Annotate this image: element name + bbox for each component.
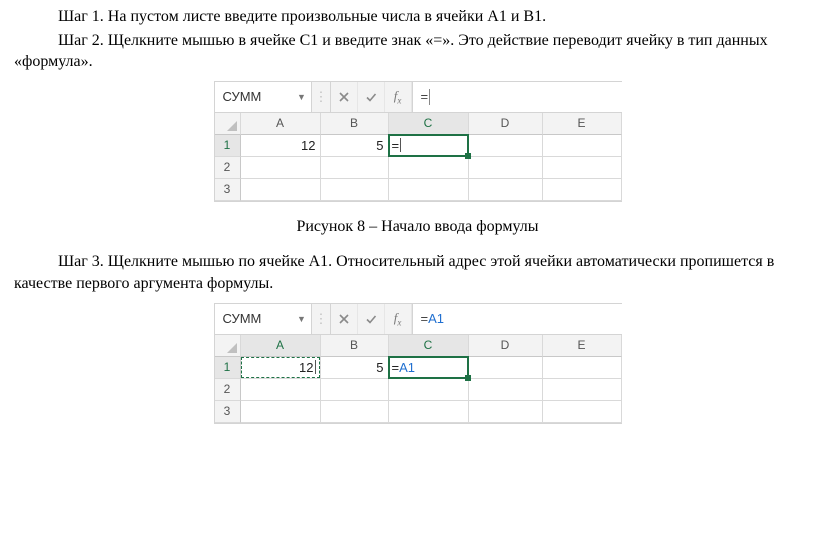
cell-B1[interactable]: 5 — [321, 357, 389, 379]
cell-C3[interactable] — [389, 401, 469, 423]
name-box-text: СУММ — [215, 89, 293, 104]
cell-B2[interactable] — [321, 157, 389, 179]
insert-function-button[interactable]: fx — [385, 82, 412, 112]
text-caret — [429, 89, 430, 105]
name-box[interactable]: СУММ ▼ — [215, 82, 312, 112]
cell-C3[interactable] — [389, 179, 469, 201]
spreadsheet-grid[interactable]: A B C D E 1 12 5 =A1 2 — [215, 335, 622, 423]
col-header-C[interactable]: C — [389, 335, 469, 357]
row-header-3[interactable]: 3 — [215, 179, 241, 201]
insert-function-button[interactable]: fx — [385, 304, 412, 334]
cell-E3[interactable] — [543, 179, 622, 201]
check-icon — [365, 313, 377, 325]
cell-D1[interactable] — [469, 357, 543, 379]
name-box-dropdown-icon[interactable]: ▼ — [293, 314, 311, 324]
cell-D1[interactable] — [469, 135, 543, 157]
col-header-A[interactable]: A — [241, 335, 321, 357]
cell-A2[interactable] — [241, 379, 321, 401]
cell-E1[interactable] — [543, 135, 622, 157]
spreadsheet-grid[interactable]: A B C D E 1 12 5 = 2 3 — [215, 113, 622, 201]
close-icon — [338, 313, 350, 325]
cell-C1-text: = — [392, 138, 400, 153]
cell-A3[interactable] — [241, 401, 321, 423]
cell-E2[interactable] — [543, 379, 622, 401]
name-box-text: СУММ — [215, 311, 293, 326]
cell-C1-eq: = — [392, 360, 400, 375]
row-header-3[interactable]: 3 — [215, 401, 241, 423]
row-header-1[interactable]: 1 — [215, 357, 241, 379]
col-header-B[interactable]: B — [321, 335, 389, 357]
col-header-A[interactable]: A — [241, 113, 321, 135]
cell-D2[interactable] — [469, 157, 543, 179]
cell-C1[interactable]: = — [389, 135, 469, 157]
step2-text: Шаг 2. Щелкните мышью в ячейке C1 и введ… — [14, 30, 821, 73]
cell-C1[interactable]: =A1 — [389, 357, 469, 379]
enter-button[interactable] — [358, 82, 385, 112]
fx-icon: fx — [394, 88, 402, 106]
cell-B2[interactable] — [321, 379, 389, 401]
cell-B3[interactable] — [321, 401, 389, 423]
excel-screenshot-1: СУММ ▼ ⋮ fx = A B — [214, 81, 622, 202]
cell-D2[interactable] — [469, 379, 543, 401]
formula-bar: СУММ ▼ ⋮ fx =A1 — [215, 304, 622, 335]
col-header-E[interactable]: E — [543, 113, 622, 135]
col-header-C[interactable]: C — [389, 113, 469, 135]
select-all-corner[interactable] — [215, 113, 241, 135]
formula-eq: = — [421, 311, 429, 326]
cell-D3[interactable] — [469, 401, 543, 423]
col-header-D[interactable]: D — [469, 113, 543, 135]
select-all-corner[interactable] — [215, 335, 241, 357]
cell-B3[interactable] — [321, 179, 389, 201]
check-icon — [365, 91, 377, 103]
cancel-button[interactable] — [331, 82, 358, 112]
enter-button[interactable] — [358, 304, 385, 334]
excel-screenshot-2: СУММ ▼ ⋮ fx =A1 A B — [214, 303, 622, 424]
col-header-D[interactable]: D — [469, 335, 543, 357]
cell-C1-ref: A1 — [399, 360, 415, 375]
cancel-button[interactable] — [331, 304, 358, 334]
formula-bar: СУММ ▼ ⋮ fx = — [215, 82, 622, 113]
formula-bar-drag-handle-icon[interactable]: ⋮ — [312, 304, 331, 334]
col-header-E[interactable]: E — [543, 335, 622, 357]
cell-A1[interactable]: 12 — [241, 357, 321, 379]
cell-B1[interactable]: 5 — [321, 135, 389, 157]
cell-A3[interactable] — [241, 179, 321, 201]
formula-input[interactable]: = — [412, 82, 622, 112]
row-header-1[interactable]: 1 — [215, 135, 241, 157]
row-header-2[interactable]: 2 — [215, 157, 241, 179]
row-header-2[interactable]: 2 — [215, 379, 241, 401]
cell-E3[interactable] — [543, 401, 622, 423]
fx-icon: fx — [394, 310, 402, 328]
col-header-B[interactable]: B — [321, 113, 389, 135]
cell-D3[interactable] — [469, 179, 543, 201]
cell-E2[interactable] — [543, 157, 622, 179]
text-caret — [315, 360, 316, 374]
formula-ref: A1 — [428, 311, 444, 326]
cell-C2[interactable] — [389, 157, 469, 179]
formula-input[interactable]: =A1 — [412, 304, 622, 334]
step3-text: Шаг 3. Щелкните мышью по ячейке A1. Отно… — [14, 251, 821, 294]
cell-C2[interactable] — [389, 379, 469, 401]
formula-text: = — [421, 89, 429, 104]
name-box-dropdown-icon[interactable]: ▼ — [293, 92, 311, 102]
cell-E1[interactable] — [543, 357, 622, 379]
figure-8-caption: Рисунок 8 – Начало ввода формулы — [14, 216, 821, 238]
formula-bar-drag-handle-icon[interactable]: ⋮ — [312, 82, 331, 112]
text-caret — [400, 138, 401, 152]
name-box[interactable]: СУММ ▼ — [215, 304, 312, 334]
step1-text: Шаг 1. На пустом листе введите произволь… — [14, 6, 821, 28]
cell-A1-text: 12 — [299, 360, 313, 375]
cell-A2[interactable] — [241, 157, 321, 179]
close-icon — [338, 91, 350, 103]
cell-A1[interactable]: 12 — [241, 135, 321, 157]
